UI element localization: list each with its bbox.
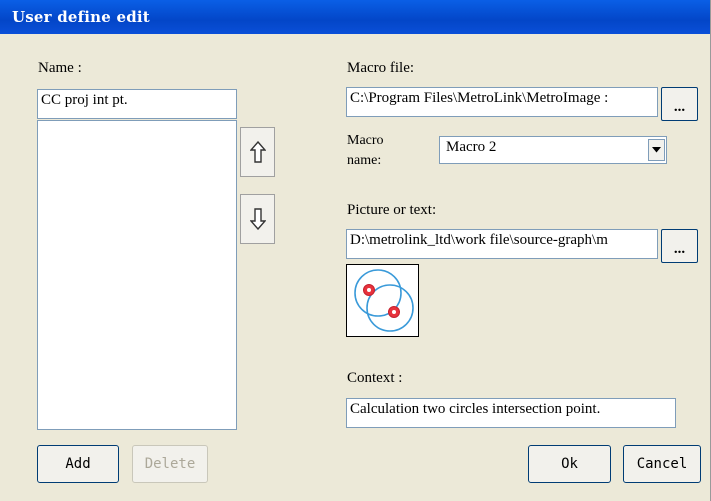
name-list[interactable] xyxy=(37,120,237,430)
macro-name-selected: Macro 2 xyxy=(446,139,497,155)
context-input[interactable]: Calculation two circles intersection poi… xyxy=(346,398,676,428)
picture-browse-button[interactable]: ... xyxy=(661,229,698,263)
macro-name-label-line1: Macro xyxy=(347,133,384,148)
name-input[interactable]: CC proj int pt. xyxy=(37,89,237,119)
ok-button[interactable]: Ok xyxy=(528,445,611,483)
picture-input[interactable]: D:\metrolink_ltd\work file\source-graph\… xyxy=(346,229,658,259)
macro-name-select[interactable]: Macro 2 xyxy=(439,136,667,164)
picture-label: Picture or text: xyxy=(347,202,437,218)
move-up-button[interactable] xyxy=(240,127,275,177)
move-down-button[interactable] xyxy=(240,194,275,244)
circles-intersection-icon xyxy=(354,269,414,332)
macro-name-dropdown-button[interactable] xyxy=(648,139,665,161)
arrow-up-icon xyxy=(249,141,266,163)
chevron-down-icon xyxy=(652,147,661,153)
name-label: Name : xyxy=(38,60,82,76)
macro-name-label-line2: name: xyxy=(347,153,382,168)
delete-button[interactable]: Delete xyxy=(132,445,208,483)
macro-file-browse-button[interactable]: ... xyxy=(661,87,698,121)
arrow-down-icon xyxy=(249,208,266,230)
cancel-button[interactable]: Cancel xyxy=(623,445,701,483)
user-define-edit-dialog: User define edit Name : CC proj int pt. … xyxy=(0,0,711,501)
macro-file-label: Macro file: xyxy=(347,60,415,76)
macro-file-input[interactable]: C:\Program Files\MetroLink\MetroImage : xyxy=(346,87,658,117)
title-bar[interactable]: User define edit xyxy=(0,0,710,34)
window-title: User define edit xyxy=(12,8,150,26)
context-label: Context : xyxy=(347,370,403,386)
add-button[interactable]: Add xyxy=(37,445,119,483)
picture-preview xyxy=(346,264,419,337)
